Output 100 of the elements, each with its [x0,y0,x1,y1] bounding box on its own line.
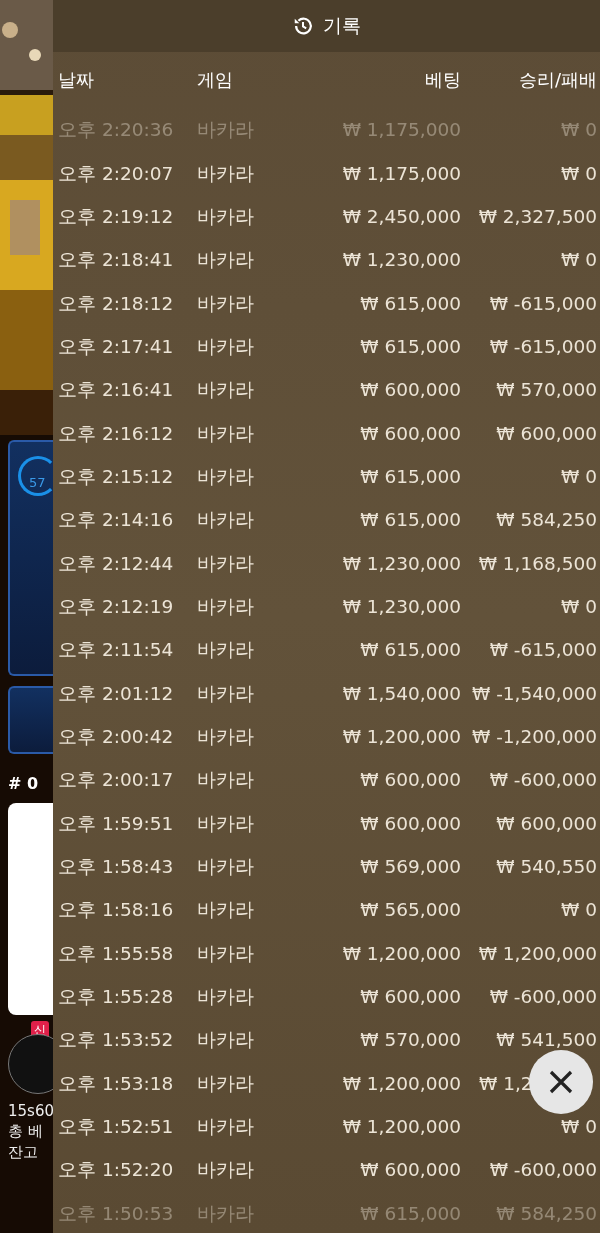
result-cell-text: ₩ -600,000 [488,769,597,791]
time-cell-text: 오후 2:01:12 [57,681,175,706]
bet-cell-text: ₩ 600,000 [359,986,461,1008]
result-cell-text: ₩ -615,000 [488,292,597,314]
game-cell-text: 바카라 [197,118,255,143]
round-label: # 0 [8,774,40,793]
bet-cell-text: ₩ 565,000 [359,899,461,921]
bet-cell-text: ₩ 600,000 [359,1159,461,1181]
time-cell-text: 오후 2:18:41 [57,248,175,273]
game-cell-text: 바카라 [197,811,255,836]
bet-cell-text: ₩ 600,000 [359,379,461,401]
result-cell-text: ₩ -600,000 [488,1159,597,1181]
bet-cell-text: ₩ 615,000 [359,335,461,357]
result-cell-text: ₩ 540,550 [495,856,597,877]
game-cell-text: 바카라 [197,855,255,879]
result-cell-text: ₩ 541,500 [495,1029,597,1051]
time-cell-text: 오후 1:52:51 [57,1115,175,1140]
game-cell-text: 바카라 [197,1158,255,1183]
time-cell-text: 오후 1:53:52 [57,1028,175,1053]
bet-cell-text: ₩ 1,230,000 [341,249,461,271]
history-icon [292,15,314,37]
bet-cell-text: ₩ 615,000 [359,1202,461,1224]
bet-cell-text: ₩ 615,000 [359,465,461,487]
total-bet-label: 총 베 [8,1122,44,1141]
time-cell-text: 오후 1:50:53 [57,1201,175,1226]
game-cell-text: 바카라 [197,898,255,923]
time-cell-text: 오후 1:55:28 [57,985,175,1010]
game-cell-text: 바카라 [197,1028,255,1053]
timer-text: 15s60 [8,1102,53,1120]
bet-cell-text: ₩ 1,200,000 [341,942,461,964]
time-cell-text: 오후 1:58:16 [57,898,175,923]
bet-cell-text: ₩ 1,540,000 [341,682,461,704]
bet-cell-text: ₩ 615,000 [359,292,461,314]
time-cell-text: 오후 2:20:07 [57,161,175,186]
column-header: 승리/패배 [517,68,597,92]
result-cell-text: ₩ 600,000 [495,422,597,444]
result-cell-text: ₩ -615,000 [488,639,597,661]
result-cell-text: ₩ 0 [560,162,597,184]
time-cell-text: 오후 2:20:36 [57,118,175,143]
time-cell-text: 오후 2:11:54 [57,638,175,663]
time-cell-text: 오후 1:58:43 [57,855,175,879]
bet-cell-text: ₩ 1,230,000 [341,595,461,617]
result-cell-text: ₩ 1,168,500 [477,552,597,574]
time-cell-text: 오후 1:53:18 [57,1071,175,1096]
game-cell-text: 바카라 [197,421,255,446]
bet-cell-text: ₩ 569,000 [359,856,461,877]
game-cell-text: 바카라 [197,594,255,619]
bet-cell-text: ₩ 600,000 [359,812,461,834]
bet-cell-text: ₩ 1,200,000 [341,1116,461,1138]
result-cell-text: ₩ -1,200,000 [471,726,597,747]
time-cell-text: 오후 2:16:12 [57,421,175,446]
bet-cell-text: ₩ 1,200,000 [341,1072,461,1094]
game-cell-text: 바카라 [197,681,255,706]
game-cell-text: 바카라 [197,985,255,1010]
game-cell-text: 바카라 [197,464,255,489]
game-cell-text: 바카라 [197,508,255,533]
balance-label: 잔고 [8,1143,38,1162]
time-cell-text: 오후 2:19:12 [57,204,175,229]
side-card[interactable] [8,686,53,754]
game-cell-text: 바카라 [197,725,255,749]
bet-cell-text: ₩ 1,200,000 [341,726,461,747]
result-cell-text: ₩ 0 [560,899,597,921]
game-cell-text: 바카라 [197,291,255,316]
game-cell-text: 바카라 [197,1071,255,1096]
result-cell-text: ₩ 600,000 [495,812,597,834]
bet-cell-text: ₩ 600,000 [359,769,461,791]
result-cell-text: ₩ 0 [560,249,597,271]
bet-cell-text: ₩ 615,000 [359,509,461,531]
time-cell-text: 오후 2:16:41 [57,378,175,403]
bet-cell-text: ₩ 600,000 [359,422,461,444]
game-cell-text: 바카라 [197,551,255,576]
column-header: 날짜 [57,68,95,92]
result-cell-text: ₩ -600,000 [488,986,597,1008]
game-cell-text: 바카라 [197,378,255,403]
result-cell-text: ₩ 0 [560,119,597,141]
panel-title: 기록 [323,13,361,38]
result-cell-text: ₩ 2,327,500 [477,205,597,227]
bet-cell-text: ₩ 1,175,000 [341,119,461,141]
result-cell-text: ₩ 0 [560,595,597,617]
time-cell-text: 오후 1:55:58 [57,941,175,966]
time-cell-text: 오후 1:52:20 [57,1158,175,1183]
chip-icon[interactable] [8,1034,53,1094]
game-cell-text: 바카라 [197,1201,255,1226]
progress-card[interactable]: 57 [8,440,53,676]
time-cell-text: 오후 2:00:42 [57,725,175,749]
game-cell-text: 바카라 [197,334,255,359]
game-cell-text: 바카라 [197,941,255,966]
column-header: 베팅 [424,68,461,92]
time-cell-text: 오후 2:17:41 [57,334,175,359]
result-cell-text: ₩ 570,000 [495,379,597,401]
game-cell-text: 바카라 [197,638,255,663]
game-cell-text: 바카라 [197,768,255,793]
result-cell-text: ₩ -615,000 [488,335,597,357]
time-cell-text: 오후 2:14:16 [57,508,175,533]
time-cell-text: 오후 2:12:44 [57,551,175,576]
result-cell-text: ₩ -1,540,000 [471,682,597,704]
time-cell-text: 오후 1:59:51 [57,811,175,836]
progress-label: 57 [29,475,46,490]
column-header: 게임 [197,68,234,92]
bet-cell-text: ₩ 2,450,000 [341,205,461,227]
